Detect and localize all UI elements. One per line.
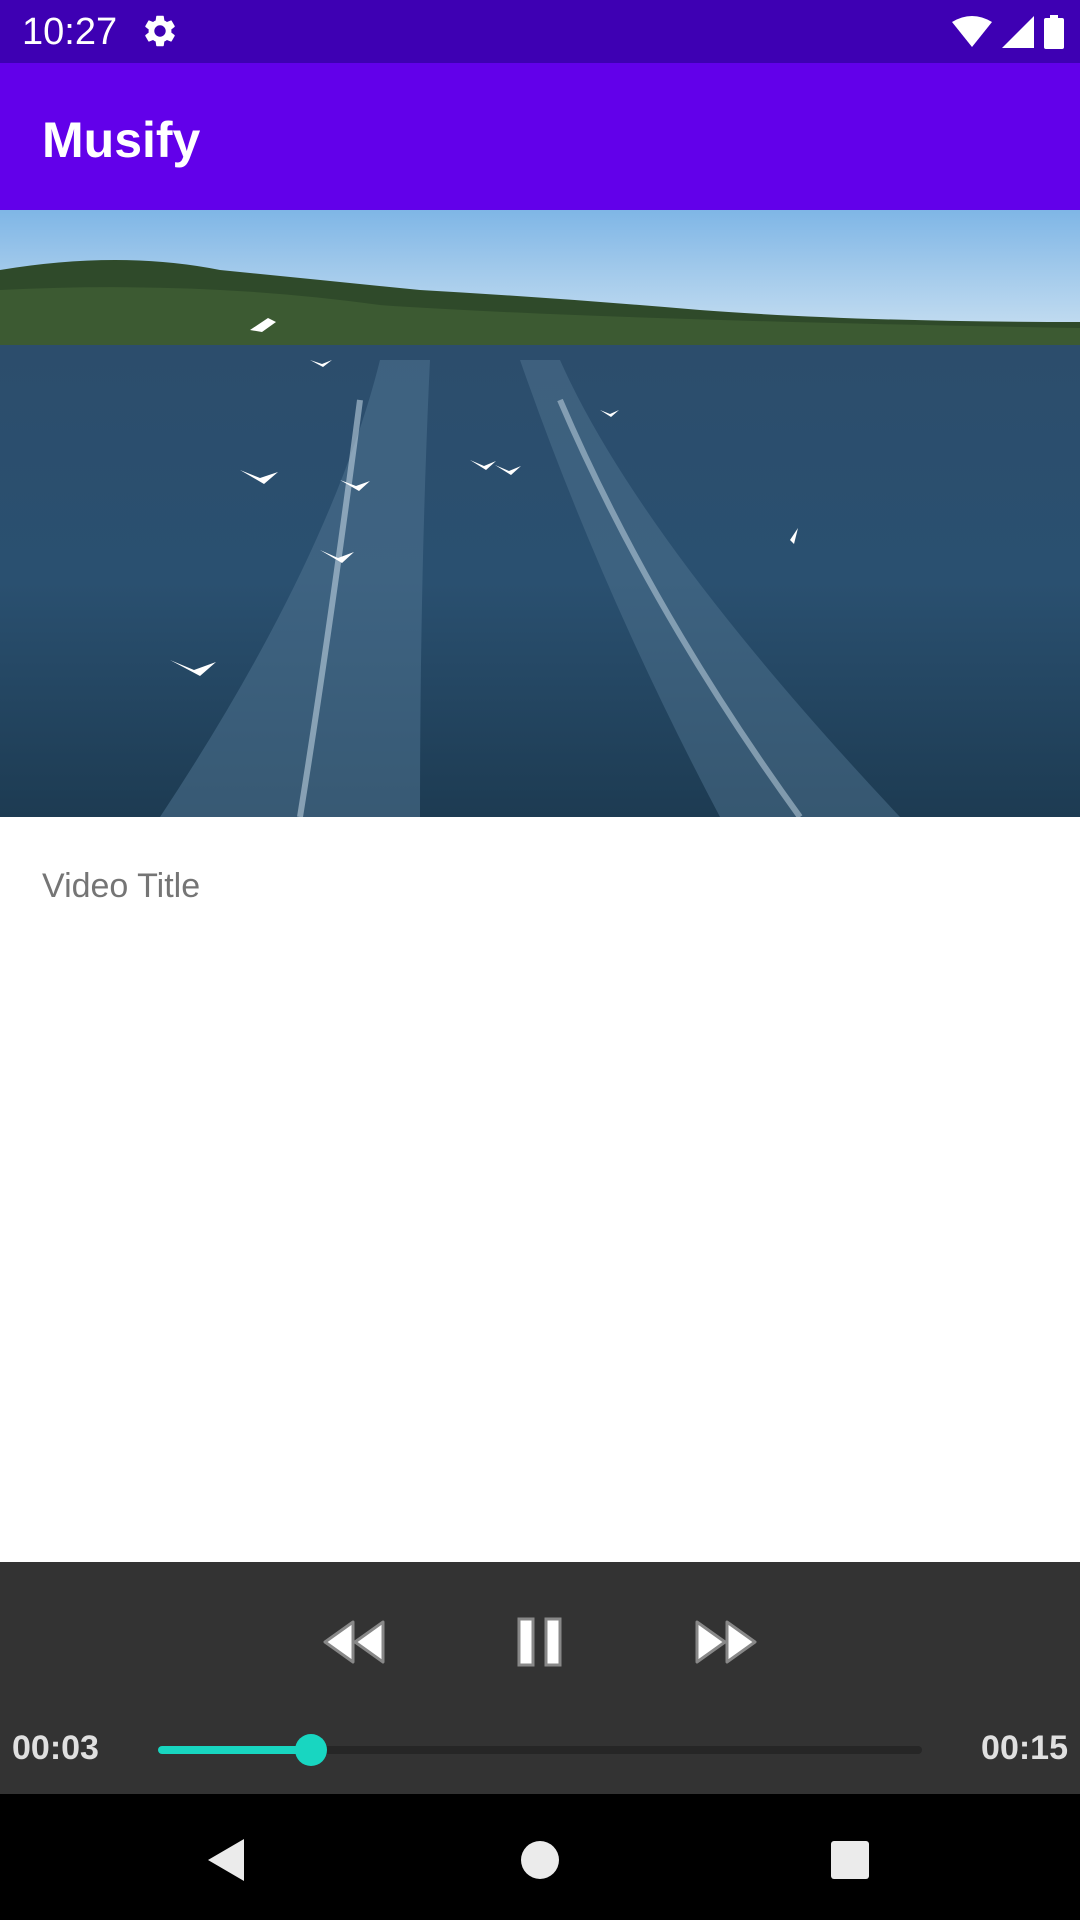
pause-icon — [517, 1617, 562, 1667]
seek-bar-played — [158, 1746, 311, 1754]
back-button[interactable] — [196, 1830, 256, 1890]
signal-icon — [1002, 16, 1034, 48]
wifi-icon — [952, 16, 992, 47]
battery-icon — [1044, 15, 1064, 49]
seek-bar[interactable] — [158, 1734, 922, 1766]
video-frame — [0, 210, 1080, 817]
position-time: 00:03 — [12, 1729, 99, 1767]
recents-button[interactable] — [820, 1830, 880, 1890]
video-player[interactable] — [0, 210, 1080, 817]
fast-forward-button[interactable] — [686, 1610, 766, 1674]
video-title: Video Title — [42, 867, 201, 905]
gear-icon — [145, 15, 175, 47]
seek-bar-thumb[interactable] — [294, 1734, 327, 1766]
recents-icon — [831, 1841, 869, 1879]
status-time: 10:27 — [22, 11, 118, 53]
fast-forward-icon — [695, 1620, 757, 1664]
navigation-bar — [0, 1794, 1080, 1920]
player-controls: 00:03 00:15 — [0, 1562, 1080, 1794]
app-title: Musify — [42, 112, 201, 168]
status-bar: 10:27 — [0, 0, 1080, 63]
status-icons — [952, 13, 1064, 51]
app-bar: Musify — [0, 63, 1080, 210]
duration-time: 00:15 — [981, 1729, 1068, 1767]
home-button[interactable] — [510, 1830, 570, 1890]
rewind-button[interactable] — [314, 1610, 394, 1674]
pause-button[interactable] — [500, 1610, 580, 1674]
home-icon — [521, 1841, 559, 1879]
back-icon — [208, 1839, 244, 1881]
rewind-icon — [323, 1620, 385, 1664]
